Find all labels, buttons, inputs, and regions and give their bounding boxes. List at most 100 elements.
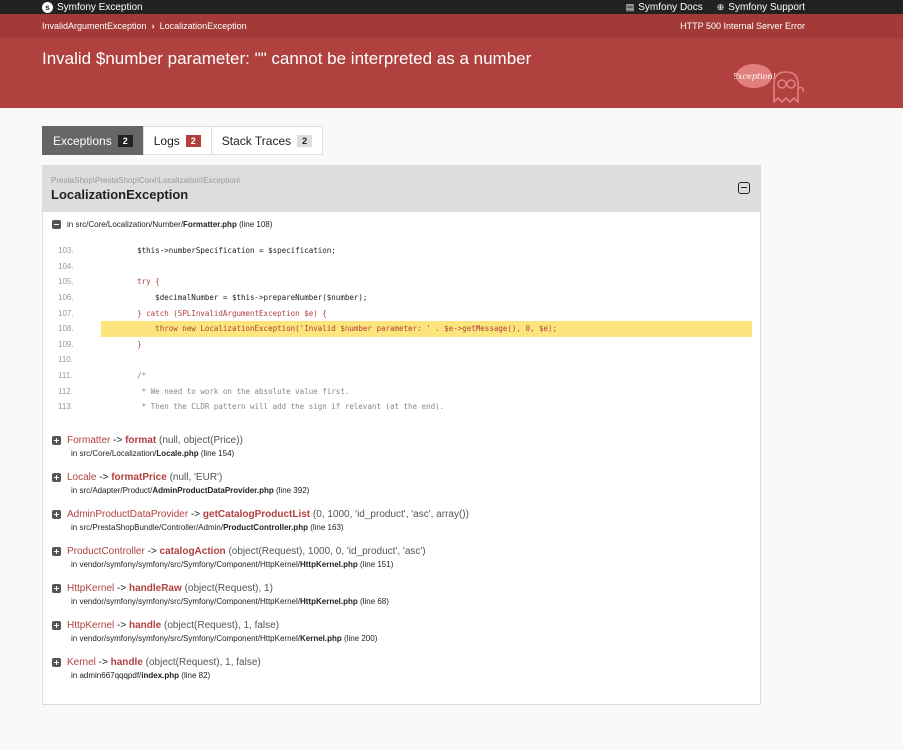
frame-function: catalogAction (159, 545, 226, 557)
book-icon: ▤ (625, 1, 635, 12)
frame-file: AdminProductDataProvider.php (152, 485, 274, 495)
chevron-right-icon: › (151, 21, 155, 31)
plus-square-icon[interactable] (52, 620, 61, 630)
code-source: * We need to work on the absolute value … (101, 386, 350, 396)
frame-class: HttpKernel (67, 582, 115, 594)
exception-panel: PrestaShop\PrestaShop\Core\Localization\… (42, 165, 761, 705)
breadcrumb-first: InvalidArgumentException (42, 21, 147, 31)
frame-line: (line 151) (360, 559, 394, 569)
line-number: 106. (58, 293, 74, 303)
location-line: (line 108) (239, 220, 273, 229)
brand[interactable]: s Symfony Exception (42, 1, 143, 13)
symfony-docs-link[interactable]: ▤ Symfony Docs (626, 2, 703, 13)
code-line: 106. $decimalNumber = $this->prepareNumb… (55, 290, 752, 306)
code-source: $decimalNumber = $this->prepareNumber($n… (101, 293, 368, 303)
code-line: 103. $this->numberSpecification = $speci… (55, 243, 752, 259)
code-line: 105. try { (55, 274, 752, 290)
frame-location: in admin667qqqpdf/index.php (line 82) (52, 671, 751, 680)
code-source: try { (101, 277, 160, 287)
stack-frame[interactable]: Locale -> formatPrice (null, 'EUR') in s… (52, 472, 751, 495)
symfony-logo-icon: s (42, 1, 53, 13)
code-source: $this->numberSpecification = $specificat… (101, 246, 336, 256)
frame-location: in src/PrestaShopBundle/Controller/Admin… (52, 523, 751, 532)
tab-logs-label: Logs (153, 133, 180, 148)
plus-square-icon[interactable] (52, 546, 61, 556)
symfony-support-link[interactable]: ⊕ Symfony Support (717, 2, 805, 13)
brand-label: Symfony Exception (57, 1, 143, 13)
frame-location: in vendor/symfony/symfony/src/Symfony/Co… (52, 560, 751, 569)
line-number: 108. (58, 324, 74, 334)
stack-frame[interactable]: HttpKernel -> handle (object(Request), 1… (52, 620, 751, 643)
frame-function: formatPrice (111, 471, 167, 483)
frame-path: in vendor/symfony/symfony/src/Symfony/Co… (71, 559, 300, 569)
frame-file: HttpKernel.php (299, 559, 358, 569)
frame-line: (line 200) (344, 633, 378, 643)
tab-stack-traces[interactable]: Stack Traces 2 (210, 126, 324, 155)
tab-logs[interactable]: Logs 2 (142, 126, 212, 155)
plus-square-icon[interactable] (52, 435, 61, 445)
frame-path: in vendor/symfony/symfony/src/Symfony/Co… (71, 633, 300, 643)
exception-namespace: PrestaShop\PrestaShop\Core\Localization\… (51, 176, 241, 185)
main-content: Exceptions 2 Logs 2 Stack Traces 2 Prest… (0, 108, 803, 705)
top-links: ▤ Symfony Docs ⊕ Symfony Support (626, 0, 805, 14)
minus-square-icon[interactable] (52, 220, 61, 229)
stack-frame[interactable]: Formatter -> format (null, object(Price)… (52, 435, 751, 458)
code-source (101, 352, 752, 368)
tab-exceptions-label: Exceptions (53, 133, 112, 148)
code-line: 107. } catch (SPLInvalidArgumentExceptio… (55, 305, 752, 321)
frame-location: in src/Core/Localization/Locale.php (lin… (52, 449, 751, 458)
exception-class: LocalizationException (51, 187, 189, 202)
frame-location: in vendor/symfony/symfony/src/Symfony/Co… (52, 634, 751, 643)
code-line: 104. (55, 259, 752, 275)
frame-call: HttpKernel -> handleRaw (object(Request)… (52, 583, 751, 594)
stack-frame[interactable]: ProductController -> catalogAction (obje… (52, 546, 751, 569)
http-status: HTTP 500 Internal Server Error (680, 21, 805, 31)
exception-location[interactable]: in src/Core/Localization/Number/Formatte… (43, 212, 760, 229)
tab-stack-traces-label: Stack Traces (221, 133, 292, 148)
code-line: 110. (55, 352, 752, 368)
stack-frame[interactable]: Kernel -> handle (object(Request), 1, fa… (52, 657, 751, 680)
frame-args: (object(Request), 1) (184, 582, 273, 594)
frame-call: HttpKernel -> handle (object(Request), 1… (52, 620, 751, 631)
ghost-speech-text: Exception! (734, 72, 776, 81)
frame-file: Kernel.php (299, 633, 342, 643)
code-source: throw new LocalizationException('Invalid… (101, 320, 752, 337)
plus-square-icon[interactable] (52, 657, 61, 667)
tab-exceptions[interactable]: Exceptions 2 (42, 126, 144, 155)
plus-square-icon[interactable] (52, 472, 61, 482)
exception-location-text: in src/Core/Localization/Number/Formatte… (67, 220, 272, 229)
code-source: /* (101, 371, 147, 381)
line-number: 111. (58, 371, 73, 381)
breadcrumb-second: LocalizationException (159, 21, 247, 31)
line-number: 107. (58, 308, 74, 318)
stack-frame[interactable]: AdminProductDataProvider -> getCatalogPr… (52, 509, 751, 532)
frame-function: format (125, 434, 157, 446)
line-number: 105. (58, 277, 74, 287)
frame-line: (line 163) (310, 522, 344, 532)
frame-path: in admin667qqqpdf/ (71, 670, 142, 680)
frame-class: ProductController (67, 545, 145, 557)
frame-call: AdminProductDataProvider -> getCatalogPr… (52, 509, 751, 520)
ghost-icon: Exception! (734, 64, 804, 104)
exception-header: PrestaShop\PrestaShop\Core\Localization\… (43, 166, 760, 212)
plus-square-icon[interactable] (52, 509, 61, 519)
code-excerpt: 103. $this->numberSpecification = $speci… (55, 243, 752, 415)
code-source: } catch (SPLInvalidArgumentException $e)… (101, 308, 327, 318)
frame-function: getCatalogProductList (202, 508, 311, 520)
breadcrumb: InvalidArgumentException › LocalizationE… (0, 14, 903, 38)
code-source (101, 259, 752, 275)
frame-args: (object(Request), 1, false) (145, 656, 261, 668)
tab-exceptions-count: 2 (117, 134, 133, 147)
symfony-support-label: Symfony Support (728, 1, 805, 13)
code-line: 113. * Then the CLDR pattern will add th… (55, 399, 752, 415)
lifebuoy-icon: ⊕ (716, 1, 725, 12)
tab-logs-count: 2 (185, 134, 201, 147)
stack-frame[interactable]: HttpKernel -> handleRaw (object(Request)… (52, 583, 751, 606)
frame-args: (object(Request), 1000, 0, 'id_product',… (228, 545, 426, 557)
minus-square-icon[interactable] (738, 182, 750, 194)
frame-class: AdminProductDataProvider (67, 508, 189, 520)
frame-call: Kernel -> handle (object(Request), 1, fa… (52, 657, 751, 668)
tabs: Exceptions 2 Logs 2 Stack Traces 2 (42, 126, 761, 155)
plus-square-icon[interactable] (52, 583, 61, 593)
tab-stack-traces-count: 2 (297, 134, 313, 147)
